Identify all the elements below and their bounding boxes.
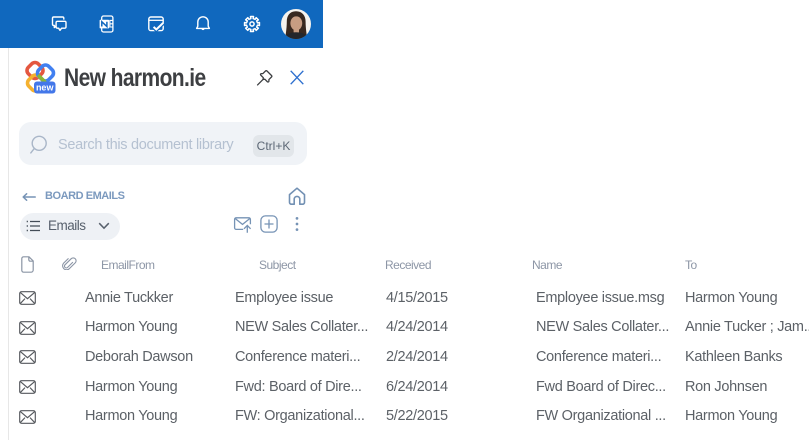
svg-text:new: new xyxy=(36,83,55,93)
